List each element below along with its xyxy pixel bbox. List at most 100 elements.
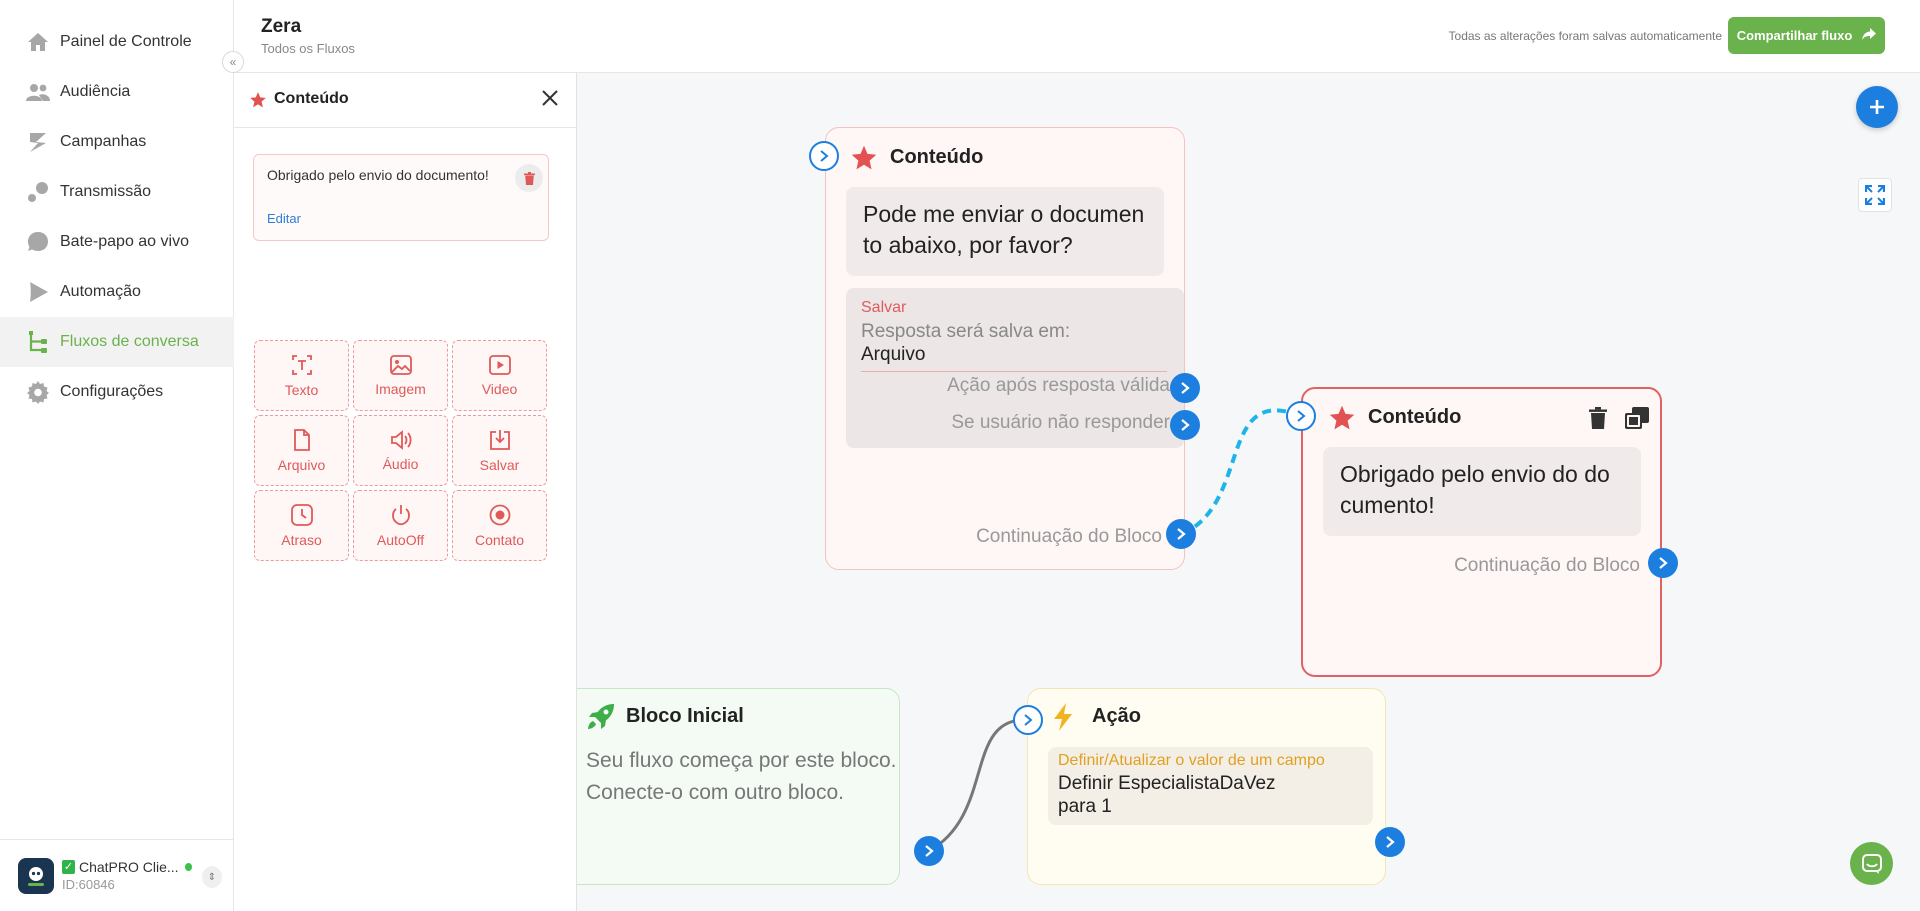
- divider: [861, 371, 1167, 372]
- save-icon: [489, 429, 510, 450]
- node-title: Conteúdo: [1368, 406, 1462, 428]
- sidebar-item-label: Campanhas: [60, 133, 147, 150]
- message-line-2: cumento!: [1340, 492, 1435, 518]
- fullscreen-button[interactable]: [1858, 178, 1892, 212]
- content-tools-grid: Texto Imagem Video Arquivo Áudio Salvar: [254, 340, 554, 561]
- tool-audio[interactable]: Áudio: [353, 415, 448, 486]
- content-node-request[interactable]: Conteúdo Pode me enviar o documen to aba…: [825, 127, 1185, 570]
- tool-video[interactable]: Video: [452, 340, 547, 411]
- video-icon: [488, 354, 511, 375]
- trash-icon: [523, 171, 535, 185]
- sidebar-item-transmissao[interactable]: Transmissão: [0, 167, 234, 217]
- sidebar-item-label: Bate-papo ao vivo: [60, 233, 189, 250]
- chevron-right-icon: [820, 150, 829, 162]
- star-icon: [1328, 404, 1356, 437]
- action-input-port[interactable]: [1013, 705, 1043, 735]
- clock-icon: [290, 503, 313, 526]
- close-icon[interactable]: [541, 89, 559, 112]
- chevron-right-icon: [1659, 557, 1668, 569]
- tool-autooff[interactable]: AutoOff: [353, 490, 448, 561]
- message-bubble: Pode me enviar o documen to abaixo, por …: [846, 187, 1164, 276]
- trash-icon[interactable]: [1589, 407, 1607, 434]
- sidebar-item-configuracoes[interactable]: Configurações: [0, 367, 234, 417]
- tool-imagem[interactable]: Imagem: [353, 340, 448, 411]
- tool-arquivo[interactable]: Arquivo: [254, 415, 349, 486]
- node1-input-port[interactable]: [809, 141, 839, 171]
- node1-valid-action-port[interactable]: [1170, 373, 1200, 403]
- action-node[interactable]: Ação Definir/Atualizar o valor de um cam…: [1027, 688, 1386, 885]
- duplicate-icon[interactable]: [1625, 407, 1649, 434]
- node2-continuation-port[interactable]: [1648, 548, 1678, 578]
- account-id: ID:60846: [62, 877, 115, 892]
- chevron-right-icon: [1024, 714, 1033, 726]
- sidebar-item-label: Fluxos de conversa: [60, 333, 199, 350]
- sidebar-item-campanhas[interactable]: Campanhas: [0, 117, 234, 167]
- block-continuation-label: Continuação do Bloco: [976, 526, 1162, 547]
- save-response-box: Salvar Resposta será salva em: Arquivo A…: [846, 288, 1184, 448]
- sidebar-item-bate-papo[interactable]: Bate-papo ao vivo: [0, 217, 234, 267]
- sidebar-item-audiencia[interactable]: Audiência: [0, 67, 234, 117]
- autosave-status: Todas as alterações foram salvas automat…: [1448, 29, 1722, 43]
- users-icon: [25, 79, 51, 105]
- tool-salvar[interactable]: Salvar: [452, 415, 547, 486]
- gear-icon: [25, 379, 51, 405]
- chat-bubble-icon: [25, 229, 51, 255]
- support-chat-button[interactable]: [1850, 842, 1893, 885]
- tool-label: Texto: [284, 381, 319, 398]
- delete-message-button[interactable]: [515, 164, 543, 192]
- file-icon: [293, 428, 310, 451]
- share-flow-button[interactable]: Compartilhar fluxo: [1728, 17, 1885, 54]
- breadcrumb-all-flows[interactable]: Todos os Fluxos: [261, 41, 355, 56]
- flow-canvas[interactable]: Conteúdo Pode me enviar o documen to aba…: [577, 73, 1920, 911]
- verified-check-icon: ✓: [62, 860, 75, 874]
- action-output-port[interactable]: [1375, 827, 1405, 857]
- start-output-port[interactable]: [914, 836, 944, 866]
- account-name: ChatPRO Clie...: [78, 859, 179, 875]
- message-line-1: Obrigado pelo envio do do: [1340, 461, 1610, 487]
- panel-title: Conteúdo: [274, 90, 349, 107]
- tool-contato[interactable]: Contato: [452, 490, 547, 561]
- tool-texto[interactable]: Texto: [254, 340, 349, 411]
- panel-header: Conteúdo: [234, 73, 577, 128]
- sidebar-item-fluxos[interactable]: Fluxos de conversa: [0, 317, 234, 367]
- chevron-right-icon: [1181, 382, 1190, 394]
- tool-label: Salvar: [479, 456, 520, 473]
- star-icon: [249, 91, 267, 114]
- node1-continuation-port[interactable]: [1166, 519, 1196, 549]
- power-icon: [391, 504, 410, 525]
- chevron-right-icon: [1297, 410, 1306, 422]
- save-description: Resposta será salva em:: [861, 321, 1071, 342]
- collapse-sidebar-button[interactable]: «: [222, 51, 244, 73]
- tool-label: Video: [481, 380, 518, 397]
- account-toggle-icon[interactable]: ⇕: [202, 866, 222, 888]
- flow-title: Zera: [261, 16, 302, 37]
- flow-icon: [25, 329, 51, 355]
- sidebar: Painel de Controle Audiência Campanhas T…: [0, 0, 234, 911]
- start-node[interactable]: Bloco Inicial Seu fluxo começa por este …: [577, 688, 900, 885]
- tool-label: Imagem: [375, 380, 426, 397]
- block-editor-panel: Conteúdo Obrigado pelo envio do document…: [234, 73, 577, 911]
- tool-label: Arquivo: [277, 456, 326, 473]
- sidebar-item-automacao[interactable]: Automação: [0, 267, 234, 317]
- chat-icon: [1861, 853, 1882, 874]
- tool-label: Áudio: [382, 455, 419, 472]
- no-response-label: Se usuário não responder: [951, 412, 1170, 433]
- online-status-icon: [184, 863, 192, 871]
- save-title: Salvar: [861, 299, 907, 316]
- content-node-thanks[interactable]: Conteúdo Obrigado pelo envio do do cumen…: [1301, 387, 1662, 677]
- campaign-icon: [25, 129, 51, 155]
- add-block-button[interactable]: [1856, 86, 1898, 128]
- avatar: [18, 857, 54, 894]
- tool-label: Contato: [474, 531, 525, 548]
- node1-no-response-port[interactable]: [1170, 410, 1200, 440]
- message-line-1: Pode me enviar o documen: [863, 201, 1145, 227]
- edit-message-link[interactable]: Editar: [267, 211, 301, 226]
- node2-input-port[interactable]: [1286, 401, 1316, 431]
- chevron-right-icon: [1181, 419, 1190, 431]
- account-switcher[interactable]: ✓ ChatPRO Clie... ID:60846 ⇕: [0, 839, 234, 911]
- star-icon: [850, 144, 878, 177]
- tool-label: Atraso: [281, 531, 322, 548]
- tool-atraso[interactable]: Atraso: [254, 490, 349, 561]
- sidebar-item-painel[interactable]: Painel de Controle: [0, 17, 234, 67]
- image-icon: [389, 354, 412, 375]
